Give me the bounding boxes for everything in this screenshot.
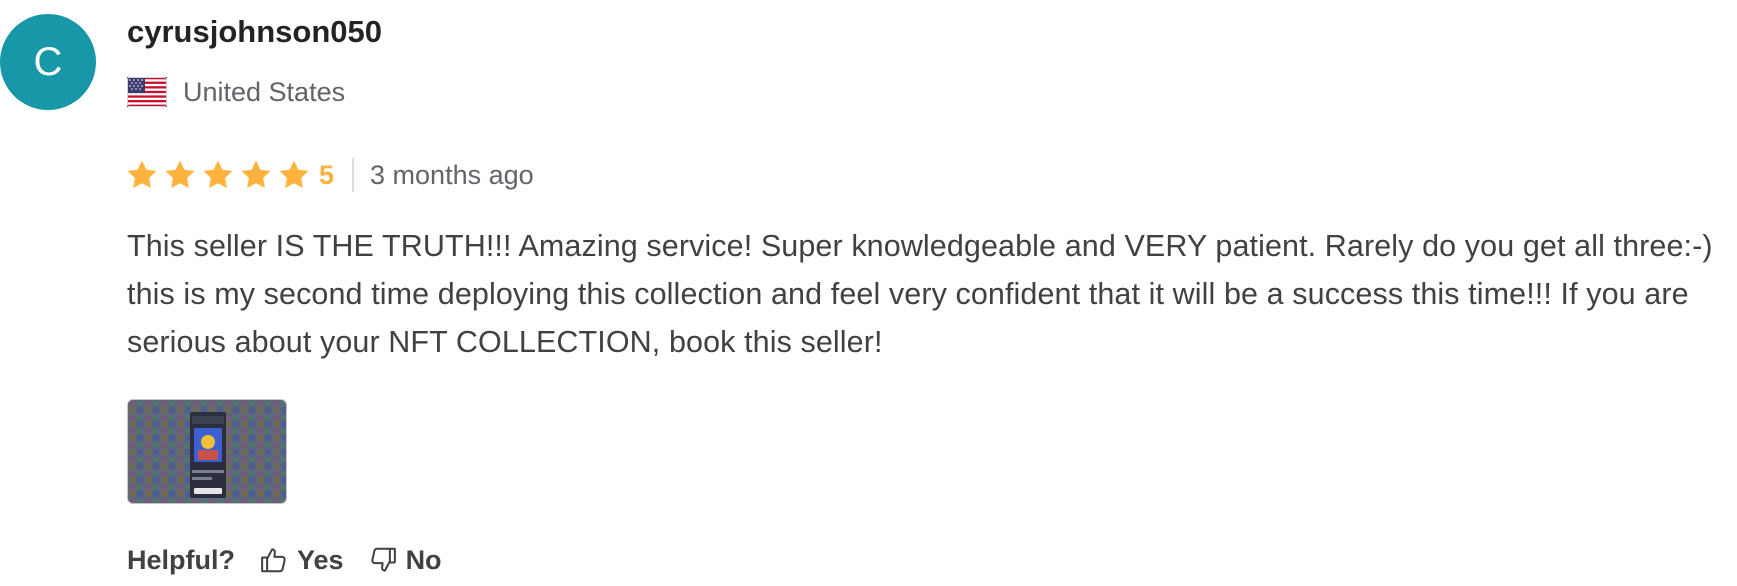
helpful-no-button[interactable]: No <box>368 545 442 576</box>
avatar-initial: C <box>33 40 63 84</box>
review-text: This seller IS THE TRUTH!!! Amazing serv… <box>127 229 1713 359</box>
reviewer-country: United States <box>127 72 345 112</box>
review-attachment-thumbnail[interactable] <box>127 399 287 504</box>
thumbs-down-icon <box>370 547 396 572</box>
reviewer-username[interactable]: cyrusjohnson050 <box>127 12 382 52</box>
review-time-ago: 3 months ago <box>370 159 534 190</box>
avatar[interactable]: C <box>0 14 96 110</box>
star-icon <box>203 160 233 189</box>
country-name: United States <box>183 76 346 107</box>
star-icon <box>165 160 195 189</box>
rating-row: 5 3 months ago <box>125 153 534 197</box>
helpful-yes-button[interactable]: Yes <box>259 545 344 576</box>
us-flag-icon <box>127 77 167 107</box>
attachment-image <box>128 400 286 503</box>
star-icon <box>127 160 157 189</box>
helpful-row: Helpful? Yes No <box>127 540 466 580</box>
helpful-no-label: No <box>405 544 442 575</box>
star-icon <box>279 160 309 189</box>
rating-divider <box>352 158 355 192</box>
thumbs-up-icon <box>261 548 286 573</box>
star-rating <box>125 158 315 192</box>
helpful-yes-label: Yes <box>297 544 344 575</box>
helpful-label: Helpful? <box>127 544 235 575</box>
star-icon <box>241 160 271 189</box>
rating-value: 5 <box>319 159 335 190</box>
